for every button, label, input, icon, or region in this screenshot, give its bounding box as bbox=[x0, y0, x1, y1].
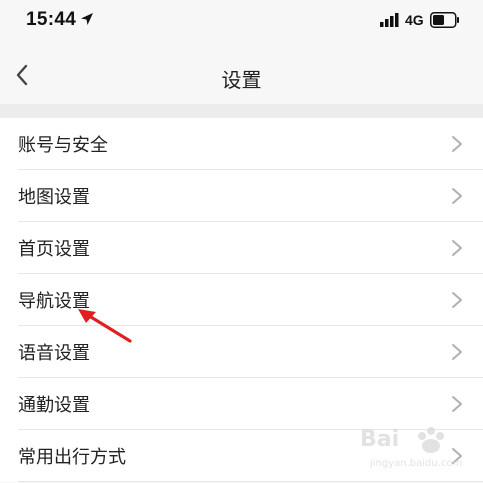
section-divider bbox=[0, 104, 483, 118]
settings-item-label: 账号与安全 bbox=[18, 135, 108, 156]
chevron-right-icon bbox=[452, 136, 462, 152]
chevron-right-icon bbox=[452, 188, 462, 204]
settings-item-label: 地图设置 bbox=[18, 187, 90, 208]
settings-item-label: 通勤设置 bbox=[18, 395, 90, 416]
battery-icon bbox=[430, 12, 459, 28]
settings-item-label: 常用出行方式 bbox=[18, 447, 126, 468]
settings-item-account-security[interactable]: 账号与安全 bbox=[0, 118, 483, 170]
red-arrow-icon bbox=[78, 309, 132, 343]
page-title: 设置 bbox=[221, 68, 262, 92]
network-type: 4G bbox=[405, 12, 424, 28]
signal-bars-icon bbox=[380, 13, 399, 27]
chevron-right-icon bbox=[452, 292, 462, 308]
chevron-right-icon bbox=[452, 240, 462, 256]
chevron-right-icon bbox=[452, 344, 462, 360]
location-arrow-icon bbox=[81, 13, 93, 25]
row-divider bbox=[18, 481, 483, 482]
chevron-right-icon bbox=[452, 396, 462, 412]
navigation-bar: 设置 bbox=[0, 44, 483, 106]
baidu-watermark: Bai jingyan.baidu.com bbox=[360, 427, 462, 469]
settings-item-map[interactable]: 地图设置 bbox=[0, 170, 483, 222]
settings-item-home[interactable]: 首页设置 bbox=[0, 222, 483, 274]
status-bar: 15:44 4G bbox=[0, 0, 483, 44]
status-time: 15:44 bbox=[26, 9, 77, 30]
watermark-url: jingyan.baidu.com bbox=[369, 458, 462, 469]
settings-item-label: 首页设置 bbox=[18, 239, 90, 260]
watermark-brand: Bai bbox=[360, 427, 399, 452]
